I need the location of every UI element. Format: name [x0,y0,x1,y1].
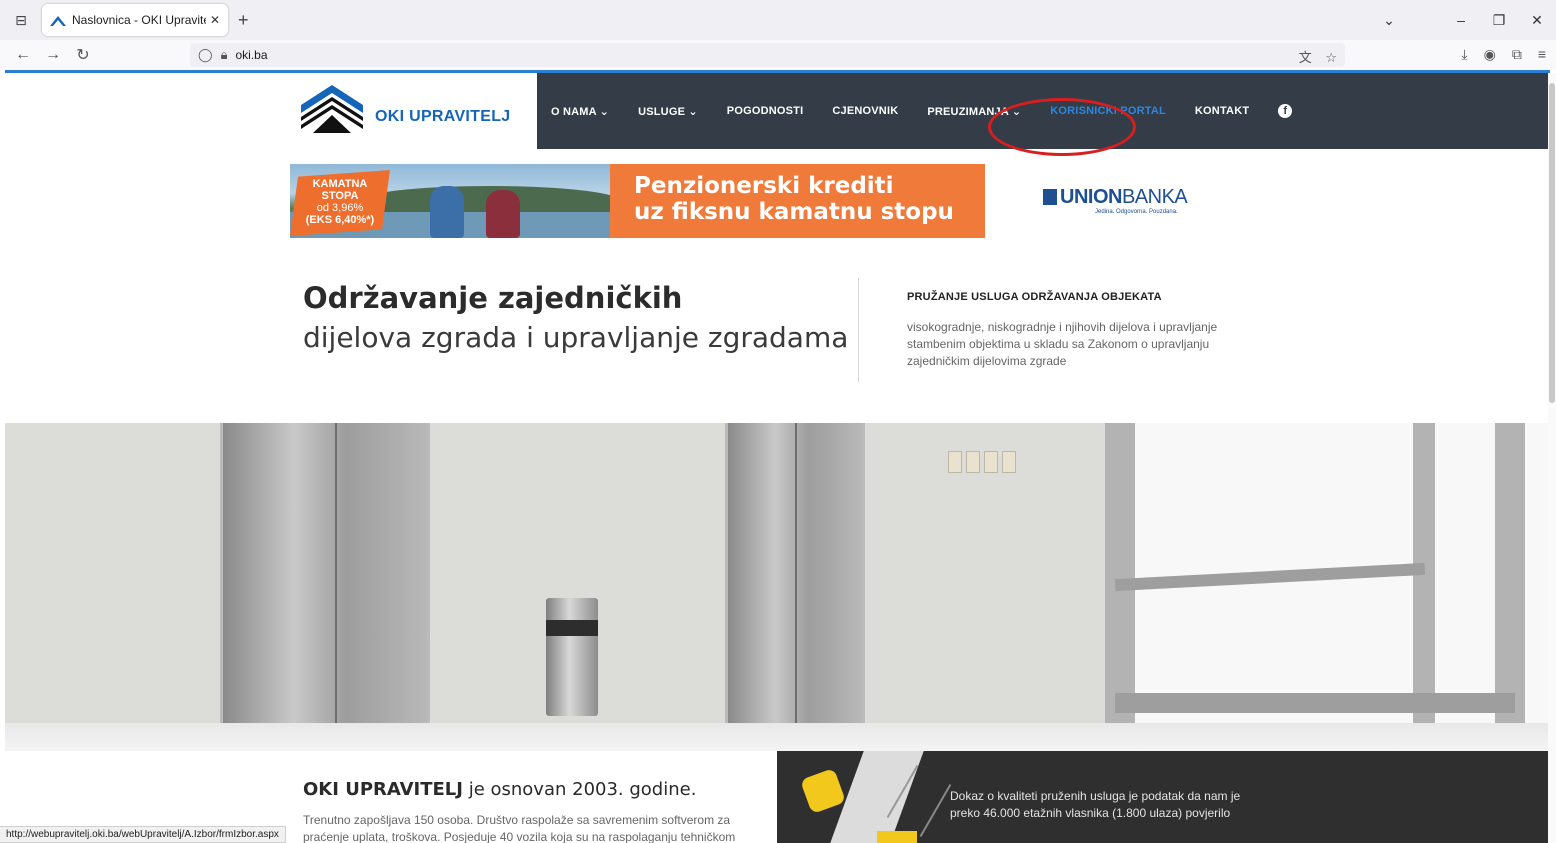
site-logo[interactable]: OKI UPRAVITELJ [301,85,510,133]
services-text: visokogradnje, niskogradnje i njihovih d… [907,320,1218,368]
services-block: PRUŽANJE USLUGA ODRŽAVANJA OBJEKATA viso… [907,291,1237,370]
url-bar[interactable]: ◯ 🔒︎ oki.ba 文 ☆ [190,43,1345,67]
tab-close-icon[interactable]: ✕ [210,13,220,27]
new-tab-icon[interactable]: + [238,10,249,31]
intro-subtitle: dijelova zgrada i upravljanje zgradama [303,321,849,354]
site-header: OKI UPRAVITELJ O NAMA ⌄ USLUGE ⌄ POGODNO… [5,73,1548,156]
tab-list-icon[interactable]: ⊟ [6,5,36,35]
intro-title: Održavanje zajedničkih [303,281,683,315]
page-content: OKI UPRAVITELJ O NAMA ⌄ USLUGE ⌄ POGODNO… [5,73,1548,843]
tab-title: Naslovnica - OKI Upravitelj - OI [72,13,206,27]
banner-photo: KAMATNA STOPA od 3,96% (EKS 6,40%*) [290,164,610,238]
extensions-icon[interactable]: ⧉ [1512,46,1522,63]
hero-image-lobby [5,423,1548,751]
about-title: OKI UPRAVITELJ je osnovan 2003. godine. [303,779,697,800]
reload-icon[interactable]: ↻ [68,45,98,65]
account-icon[interactable]: ◉ [1484,46,1496,63]
menu-item-cjenovnik[interactable]: CJENOVNIK [832,105,898,117]
advert-banner[interactable]: KAMATNA STOPA od 3,96% (EKS 6,40%*) Penz… [290,164,1198,238]
translate-icon[interactable]: 文 [1299,50,1312,65]
vertical-divider [858,278,859,382]
browser-tab-bar: ⊟ Naslovnica - OKI Upravitelj - OI ✕ + ⌄… [0,0,1556,40]
minimize-icon[interactable]: – [1442,12,1480,28]
forward-icon[interactable]: → [38,46,68,64]
menu-item-pogodnosti[interactable]: POGODNOSTI [727,105,804,117]
window-controls: ⌄ – ❐ ✕ [1370,0,1556,40]
menu-icon[interactable]: ≡ [1538,46,1546,63]
menu-item-usluge[interactable]: USLUGE ⌄ [638,105,698,118]
site-favicon-icon [50,16,66,26]
bank-logo-mark-icon [1043,189,1057,205]
quality-panel: Dokaz o kvaliteti pruženih usluga je pod… [777,751,1548,843]
about-section: OKI UPRAVITELJ je osnovan 2003. godine. … [303,779,743,843]
bookmark-star-icon[interactable]: ☆ [1325,50,1337,65]
services-heading: PRUŽANJE USLUGA ODRŽAVANJA OBJEKATA [907,291,1162,303]
menu-item-o-nama[interactable]: O NAMA ⌄ [551,105,609,118]
browser-tab[interactable]: Naslovnica - OKI Upravitelj - OI ✕ [42,4,228,36]
red-highlight-annotation [988,98,1136,156]
logo-roof-icon [301,85,363,133]
status-url-tooltip: http://webupravitelj.oki.ba/webUpravitel… [0,826,286,843]
intro-heading: Održavanje zajedničkih dijelova zgrada i… [303,281,848,354]
trash-bin [546,598,598,716]
url-text[interactable]: oki.ba [235,48,267,62]
page-scrollbar[interactable] [1548,73,1556,843]
quality-text: Dokaz o kvaliteti pruženih usluga je pod… [950,789,1241,820]
restore-icon[interactable]: ❐ [1480,12,1518,29]
back-icon[interactable]: ← [8,46,38,64]
light-switches [948,451,1016,473]
scrollbar-thumb[interactable] [1549,83,1555,403]
close-window-icon[interactable]: ✕ [1518,12,1556,29]
lock-icon[interactable]: 🔒︎ [221,47,228,63]
downloads-icon[interactable]: ⤓ [1461,46,1467,63]
menu-item-kontakt[interactable]: KONTAKT [1195,105,1249,117]
shield-icon[interactable]: ◯ [198,47,213,63]
banner-headline: Penzionerski krediti uz fiksnu kamatnu s… [610,164,985,238]
about-text: Trenutno zapošljava 150 osoba. Društvo r… [303,813,736,843]
browser-nav-bar: ← → ↻ ◯ 🔒︎ oki.ba 文 ☆ ⤓ ◉ ⧉ ≡ [0,40,1556,70]
facebook-icon[interactable]: f [1278,104,1293,118]
interest-rate-badge: KAMATNA STOPA od 3,96% (EKS 6,40%*) [290,170,390,236]
list-all-tabs-icon[interactable]: ⌄ [1370,12,1408,29]
bank-logo: UNIONBANKA Jedina. Odgovorna. Pouzdana. [985,164,1198,238]
logo-text: OKI UPRAVITELJ [375,108,511,125]
